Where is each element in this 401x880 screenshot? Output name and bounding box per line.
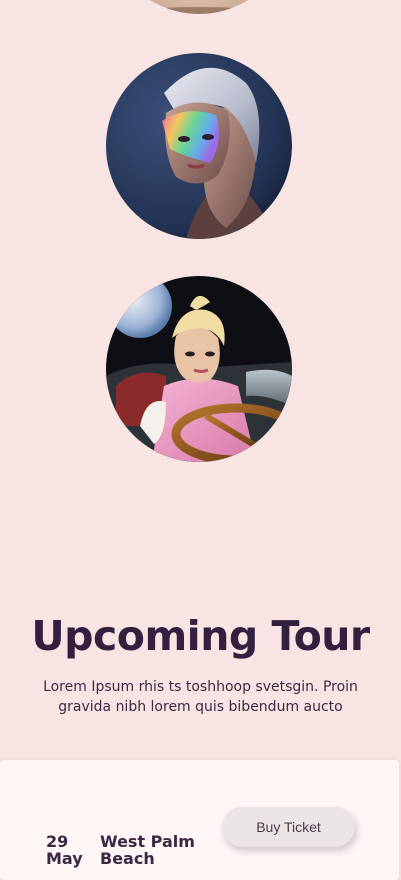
- tour-event-card: Buy Ticket 29 May West Palm Beach: [0, 760, 399, 880]
- artist-avatar-top: [106, 0, 292, 14]
- artist-photo-top: [106, 0, 292, 14]
- section-title-upcoming-tour: Upcoming Tour: [31, 612, 370, 660]
- artist-avatar-ariana[interactable]: [106, 53, 292, 239]
- tour-event-date: 29 May: [46, 833, 86, 867]
- artist-photo-dua: [106, 276, 292, 462]
- tour-event-day: 29: [46, 832, 69, 851]
- tour-event-month: May: [46, 849, 83, 868]
- tour-event-city-line2: Beach: [100, 849, 155, 868]
- tour-event-city-line1: West Palm: [100, 832, 195, 851]
- artist-photo-ariana: [106, 53, 292, 239]
- artist-avatar-dua[interactable]: [106, 276, 292, 462]
- buy-ticket-button[interactable]: Buy Ticket: [222, 807, 355, 847]
- section-description: Lorem Ipsum rhis ts toshhoop svetsgin. P…: [43, 679, 358, 715]
- tour-event-location: West Palm Beach: [100, 833, 200, 867]
